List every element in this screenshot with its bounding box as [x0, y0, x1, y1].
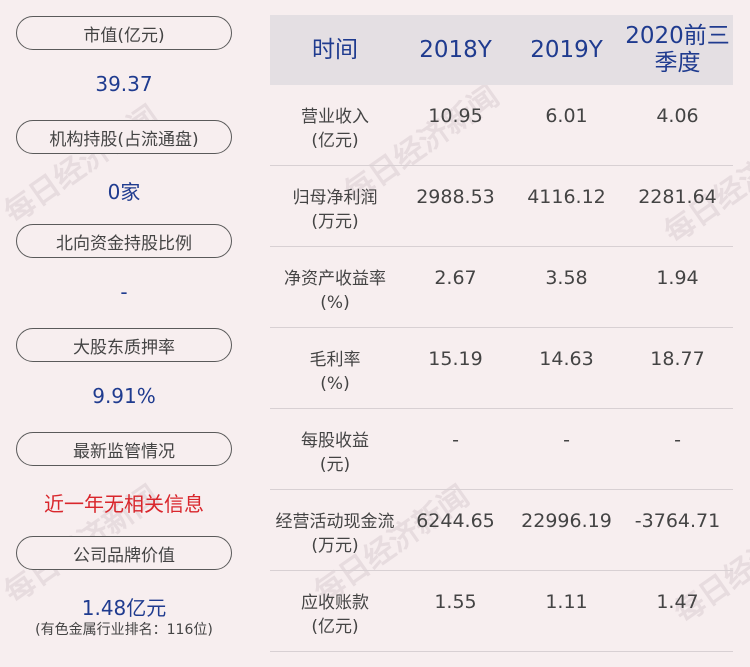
table-cell: -3764.71 — [634, 510, 721, 532]
table-cell: 1.47 — [656, 591, 699, 613]
table-cell: 6.01 — [545, 105, 588, 127]
table-cell: - — [452, 429, 459, 451]
table-cell: - — [674, 429, 681, 451]
row-unit: (元) — [319, 455, 351, 475]
row-unit: (万元) — [311, 536, 359, 556]
pledge-ratio-value: 9.91% — [92, 384, 156, 408]
table-cell: - — [563, 429, 570, 451]
table-cell: 15.19 — [428, 348, 483, 370]
row-unit: (%) — [320, 293, 350, 313]
institution-holding-value: 0家 — [107, 180, 141, 204]
table-row: 毛利率 (%) 15.19 14.63 18.77 — [270, 328, 733, 409]
table-header: 时间 2018Y 2019Y 2020前三季度 — [270, 15, 733, 85]
table-row: 经营活动现金流 (万元) 6244.65 22996.19 -3764.71 — [270, 490, 733, 571]
table-row: 归母净利润 (万元) 2988.53 4116.12 2281.64 — [270, 166, 733, 247]
table-cell: 2.67 — [434, 267, 477, 289]
institution-holding-label: 机构持股(占流通盘) — [16, 120, 232, 154]
table-cell: 18.77 — [650, 348, 705, 370]
table-cell: 4.06 — [656, 105, 699, 127]
table-cell: 2988.53 — [416, 186, 495, 208]
row-unit: (%) — [320, 374, 350, 394]
watermark: 每日经济新闻 — [0, 98, 166, 231]
row-unit: (万元) — [311, 212, 359, 232]
row-label: 应收账款 — [301, 593, 369, 613]
table-cell: 1.94 — [656, 267, 699, 289]
brand-value-label: 公司品牌价值 — [16, 536, 232, 570]
row-label: 净资产收益率 — [284, 269, 386, 289]
market-cap-value: 39.37 — [95, 72, 153, 96]
table-cell: 22996.19 — [521, 510, 612, 532]
row-label: 毛利率 — [309, 350, 361, 370]
table-cell: 2281.64 — [638, 186, 717, 208]
row-unit: (亿元) — [311, 617, 359, 637]
column-header: 时间 — [312, 36, 358, 63]
column-header: 2019Y — [530, 36, 603, 63]
table-cell: 1.55 — [434, 591, 477, 613]
financial-table: 时间 2018Y 2019Y 2020前三季度 营业收入 (亿元) 10.95 6… — [270, 15, 733, 652]
regulatory-status-value: 近一年无相关信息 — [44, 492, 204, 516]
table-cell: 6244.65 — [416, 510, 495, 532]
column-header: 2020前三季度 — [625, 23, 730, 76]
table-row: 每股收益 (元) - - - — [270, 409, 733, 490]
table-row: 净资产收益率 (%) 2.67 3.58 1.94 — [270, 247, 733, 328]
table-row: 营业收入 (亿元) 10.95 6.01 4.06 — [270, 85, 733, 166]
row-label: 归母净利润 — [292, 188, 378, 208]
row-unit: (亿元) — [311, 131, 359, 151]
table-cell: 1.11 — [545, 591, 588, 613]
table-cell: 3.58 — [545, 267, 588, 289]
market-cap-label: 市值(亿元) — [16, 16, 232, 50]
row-label: 每股收益 — [301, 431, 369, 451]
row-label: 营业收入 — [301, 107, 369, 127]
column-header: 2018Y — [419, 36, 492, 63]
table-cell: 10.95 — [428, 105, 483, 127]
table-row: 应收账款 (亿元) 1.55 1.11 1.47 — [270, 571, 733, 652]
pledge-ratio-label: 大股东质押率 — [16, 328, 232, 362]
brand-value-value: 1.48亿元 — [81, 596, 167, 620]
regulatory-status-label: 最新监管情况 — [16, 432, 232, 466]
table-cell: 14.63 — [539, 348, 594, 370]
northbound-ratio-label: 北向资金持股比例 — [16, 224, 232, 258]
row-label: 经营活动现金流 — [275, 512, 395, 532]
brand-value-rank: (有色金属行业排名：116位) — [35, 622, 213, 638]
table-cell: 4116.12 — [527, 186, 606, 208]
northbound-ratio-value: - — [120, 280, 128, 304]
